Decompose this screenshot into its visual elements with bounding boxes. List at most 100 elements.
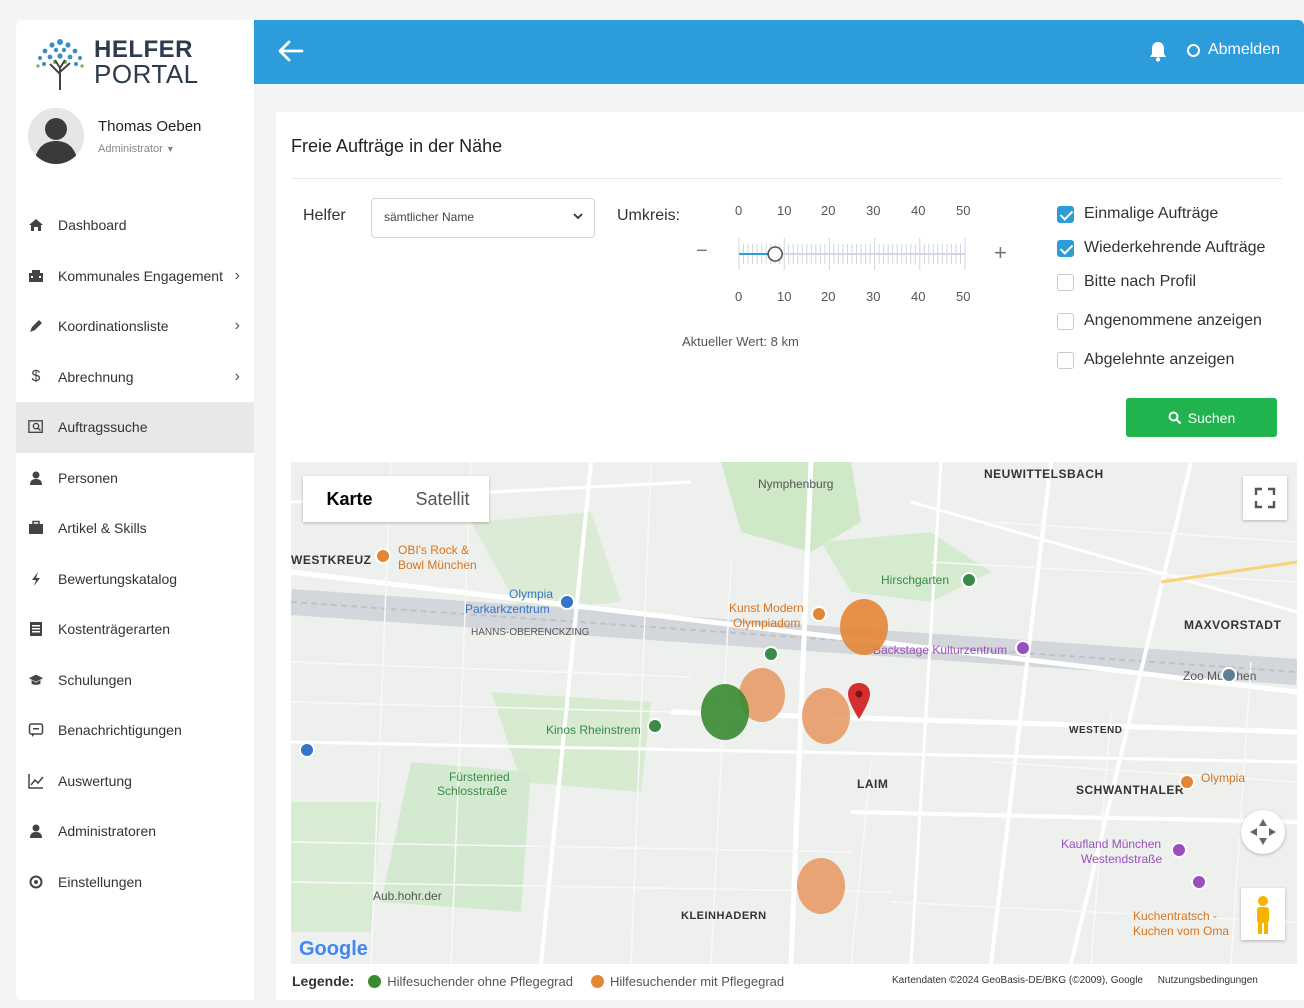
slider-thumb[interactable] bbox=[767, 246, 783, 262]
map-label-olympia-2: Parkarkzentrum bbox=[465, 602, 550, 616]
poi-store-icon[interactable] bbox=[1191, 874, 1207, 890]
sidebar-item-label: Einstellungen bbox=[58, 873, 143, 890]
green-dot-icon bbox=[368, 974, 382, 988]
sidebar: HELFER PORTAL Thomas Oeben Administrator… bbox=[16, 20, 254, 1000]
increase-button[interactable]: + bbox=[994, 240, 1007, 266]
attribution-text: Kartendaten ©2024 GeoBasis-DE/BKG (©2009… bbox=[892, 975, 1143, 986]
sidebar-item-administratoren[interactable]: Administratoren bbox=[16, 806, 254, 857]
list-icon bbox=[28, 621, 44, 637]
request-marker-orange[interactable] bbox=[802, 688, 850, 744]
map-label-schwanthaler: SCHWANTHALER bbox=[1076, 783, 1184, 797]
user-profile[interactable]: Thomas Oeben Administrator ▼ bbox=[28, 108, 201, 164]
checkbox-einmalige[interactable]: Einmalige Aufträge bbox=[1057, 205, 1218, 223]
sidebar-item-einstellungen[interactable]: Einstellungen bbox=[16, 857, 254, 908]
power-icon bbox=[1186, 43, 1200, 57]
poi-station-icon[interactable] bbox=[763, 646, 779, 662]
radius-slider[interactable] bbox=[737, 232, 967, 276]
sidebar-item-personen[interactable]: Personen bbox=[16, 453, 254, 504]
sidebar-item-label: Kommunales Engagement bbox=[58, 267, 223, 284]
request-marker-green[interactable] bbox=[701, 684, 749, 740]
location-pin-icon[interactable] bbox=[847, 682, 871, 720]
sidebar-item-auswertung[interactable]: Auswertung bbox=[16, 756, 254, 807]
request-marker-orange[interactable] bbox=[840, 599, 888, 655]
poi-olympia-icon[interactable] bbox=[1179, 774, 1195, 790]
checkbox-profil[interactable]: Bitte nach Profil bbox=[1057, 273, 1196, 291]
sidebar-item-kostentraegerarten[interactable]: Kostenträgerarten bbox=[16, 604, 254, 655]
checkbox-box[interactable] bbox=[1057, 239, 1074, 257]
poi-venue-icon[interactable] bbox=[1015, 640, 1031, 656]
checkbox-wiederkehrende[interactable]: Wiederkehrende Aufträge bbox=[1057, 239, 1265, 257]
poi-cinema-icon[interactable] bbox=[647, 718, 663, 734]
sidebar-item-bewertungskatalog[interactable]: Bewertungskatalog bbox=[16, 554, 254, 605]
sidebar-item-label: Artikel & Skills bbox=[58, 520, 147, 537]
map-label-westend: WESTEND bbox=[1069, 725, 1123, 736]
poi-transit-icon[interactable] bbox=[299, 742, 315, 758]
map-label-kleinhadern: KLEINHADERN bbox=[681, 910, 767, 922]
user-avatar-icon bbox=[28, 108, 84, 164]
fullscreen-icon bbox=[1254, 487, 1276, 509]
checkbox-label: Abgelehnte anzeigen bbox=[1084, 351, 1235, 368]
map[interactable]: Karte Satellit Nymphenburg NEUWITTELSBAC… bbox=[291, 462, 1297, 964]
pegman-icon bbox=[1257, 896, 1269, 934]
top-bar: Abmelden bbox=[254, 20, 1304, 84]
sidebar-item-label: Auswertung bbox=[58, 772, 132, 789]
checkbox-box[interactable] bbox=[1057, 205, 1074, 223]
sidebar-item-dashboard[interactable]: Dashboard bbox=[16, 200, 254, 251]
tab-karte[interactable]: Karte bbox=[303, 476, 396, 522]
sidebar-item-label: Kostenträgerarten bbox=[58, 621, 171, 638]
poi-shop-icon[interactable] bbox=[1171, 842, 1187, 858]
logo[interactable]: HELFER PORTAL bbox=[30, 32, 199, 92]
orange-dot-icon bbox=[590, 974, 604, 988]
map-label-kunst-1: Kunst Modern bbox=[729, 601, 804, 615]
poi-zoo-icon[interactable] bbox=[1221, 667, 1237, 683]
checkbox-box[interactable] bbox=[1057, 351, 1074, 369]
scale-bottom-10: 10 bbox=[777, 289, 792, 304]
sidebar-item-benachrichtigungen[interactable]: Benachrichtigungen bbox=[16, 705, 254, 756]
scale-bottom-30: 30 bbox=[866, 289, 881, 304]
map-label-zoo: Zoo München bbox=[1183, 669, 1257, 683]
map-label-oberwiesenfeld: HANNS-OBERENCKZING bbox=[471, 627, 590, 638]
map-label-backstage: Backstage Kulturzentrum bbox=[873, 643, 1008, 657]
decrease-button[interactable]: − bbox=[696, 240, 708, 263]
map-rotate-button[interactable] bbox=[1241, 810, 1285, 854]
sidebar-item-auftragssuche[interactable]: Auftragssuche bbox=[16, 402, 254, 453]
pen-icon bbox=[28, 318, 44, 334]
sidebar-item-koordinationsliste[interactable]: Koordinationsliste › bbox=[16, 301, 254, 352]
checkbox-box[interactable] bbox=[1057, 273, 1074, 291]
bell-icon[interactable] bbox=[1148, 40, 1168, 62]
gear-icon bbox=[28, 874, 44, 890]
avatar[interactable] bbox=[28, 108, 84, 164]
checkbox-angenommene[interactable]: Angenommene anzeigen bbox=[1057, 312, 1262, 330]
poi-art-icon[interactable] bbox=[811, 606, 827, 622]
checkbox-abgelehnte[interactable]: Abgelehnte anzeigen bbox=[1057, 351, 1234, 369]
poi-park-icon[interactable] bbox=[961, 572, 977, 588]
map-label-kaufland-1: Kaufland München bbox=[1061, 837, 1162, 851]
helper-select[interactable]: sämtlicher Name bbox=[371, 198, 595, 238]
logo-line2: PORTAL bbox=[94, 59, 199, 89]
user-role-dropdown[interactable]: Administrator ▼ bbox=[98, 143, 201, 155]
sidebar-item-schulungen[interactable]: Schulungen bbox=[16, 655, 254, 706]
chart-icon bbox=[28, 773, 44, 789]
logout-button[interactable]: Abmelden bbox=[1186, 41, 1280, 59]
sidebar-item-kommunales-engagement[interactable]: Kommunales Engagement › bbox=[16, 251, 254, 302]
map-label-olympia-1: Olympia bbox=[509, 587, 554, 601]
search-button-label: Suchen bbox=[1187, 409, 1236, 426]
map-label-laim: LAIM bbox=[857, 777, 889, 791]
page-title: Freie Aufträge in der Nähe bbox=[291, 136, 503, 156]
tab-satellit[interactable]: Satellit bbox=[396, 476, 489, 522]
terms-link[interactable]: Nutzungsbedingungen bbox=[1158, 975, 1258, 986]
fullscreen-button[interactable] bbox=[1243, 476, 1287, 520]
map-legend: Legende: Hilfesuchender ohne Pflegegrad … bbox=[292, 973, 802, 989]
request-marker-orange[interactable] bbox=[797, 858, 845, 914]
map-type-tabs: Karte Satellit bbox=[303, 476, 489, 522]
sidebar-item-abrechnung[interactable]: $ Abrechnung › bbox=[16, 352, 254, 403]
poi-bowling-icon[interactable] bbox=[375, 548, 391, 564]
legend-orange-label: Hilfesuchender mit Pflegegrad bbox=[609, 973, 785, 989]
back-arrow-icon[interactable] bbox=[276, 36, 306, 66]
poi-shopping-icon[interactable] bbox=[559, 594, 575, 610]
checkbox-box[interactable] bbox=[1057, 312, 1074, 330]
sidebar-item-artikel-skills[interactable]: Artikel & Skills bbox=[16, 503, 254, 554]
street-view-button[interactable] bbox=[1241, 888, 1285, 940]
search-button[interactable]: Suchen bbox=[1126, 398, 1277, 437]
google-logo: Google bbox=[299, 938, 368, 961]
